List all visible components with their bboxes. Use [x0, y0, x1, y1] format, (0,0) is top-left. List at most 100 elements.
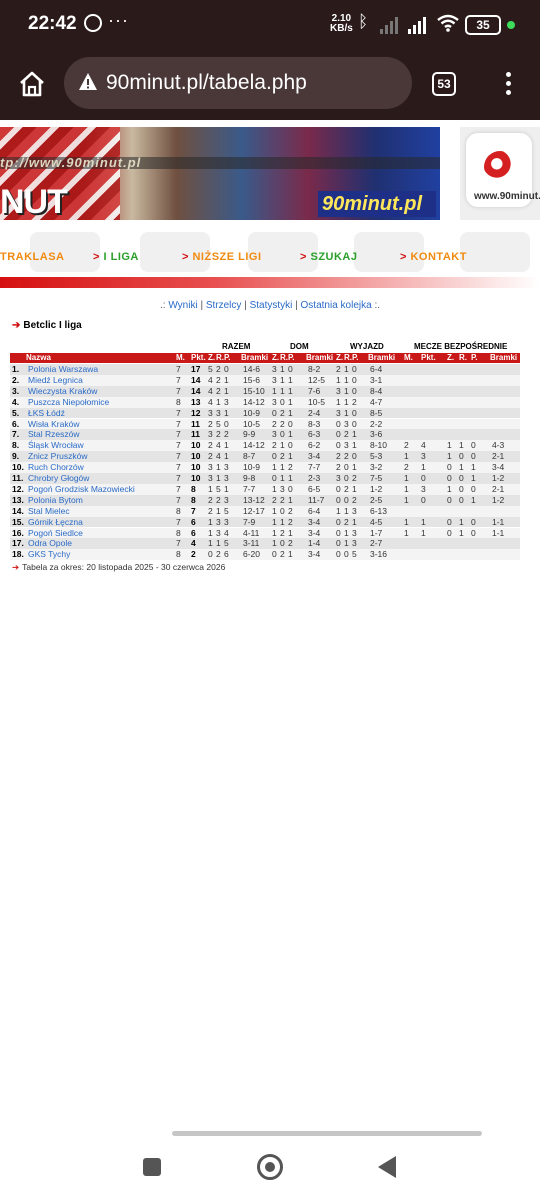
signal-icon — [408, 17, 426, 34]
cell-m: 7 — [176, 385, 181, 396]
side-logo[interactable]: www.90minut.pl — [460, 127, 540, 220]
team-link[interactable]: Polonia Warszawa — [28, 364, 98, 375]
tab-switcher-button[interactable]: 53 — [432, 72, 456, 96]
team-link[interactable]: Ruch Chorzów — [28, 462, 84, 473]
team-link[interactable]: Stal Rzeszów — [28, 429, 80, 440]
cell-m: 7 — [176, 483, 181, 494]
cell-db: 3-4 — [308, 451, 321, 462]
cell-dp: 1 — [288, 396, 293, 407]
cell-z: 2 — [208, 440, 213, 451]
menu-item-szukaj[interactable]: > SZUKAJ — [300, 251, 358, 263]
column-header-dz: Z. — [272, 353, 280, 362]
team-link[interactable]: Górnik Łęczna — [28, 517, 83, 528]
menu-item-ekstraklasa[interactable]: TRAKLASA — [0, 251, 65, 263]
cell-hpkt: 4 — [421, 440, 426, 451]
cell-dr: 1 — [280, 374, 285, 385]
link-wyniki[interactable]: Wyniki — [168, 300, 197, 311]
cell-hm: 1 — [404, 483, 409, 494]
cell-dz: 3 — [272, 396, 277, 407]
cell-db: 7-7 — [308, 462, 321, 473]
column-header-hm: M. — [404, 353, 413, 362]
team-link[interactable]: ŁKS Łódź — [28, 408, 65, 419]
cell-dz: 0 — [272, 473, 277, 483]
cell-hr: 1 — [459, 462, 464, 473]
cell-r: 5 — [216, 483, 221, 494]
table-row: 16. Pogoń Siedlce 8 6 1 3 4 4-11 1 2 1 3-4 0 1 3 1-7 1 1 0… — [10, 527, 520, 539]
browser-menu-icon[interactable] — [500, 70, 516, 100]
cell-m: 8 — [176, 396, 181, 407]
team-link[interactable]: Wisła Kraków — [28, 419, 79, 430]
column-header-hp: P. — [471, 353, 478, 362]
cell-wz: 0 — [336, 494, 341, 505]
menu-item-nizsze-ligi[interactable]: > NIŻSZE LIGI — [182, 251, 262, 263]
recents-button[interactable] — [143, 1158, 161, 1176]
cell-db: 6-5 — [308, 483, 321, 494]
cell-wz: 0 — [336, 549, 341, 560]
cell-wb: 8-5 — [370, 407, 383, 418]
home-icon[interactable] — [18, 70, 46, 98]
address-bar[interactable]: 90minut.pl/tabela.php — [64, 57, 412, 109]
team-link[interactable]: Polonia Bytom — [28, 495, 83, 506]
cell-dp: 2 — [288, 538, 293, 549]
cell-hb: 1-2 — [492, 494, 505, 505]
cell-bramki: 8-7 — [243, 451, 256, 462]
site-banner[interactable]: tp://www.90minut.pl NUT 90minut.pl — [0, 127, 440, 220]
cell-dp: 1 — [288, 385, 293, 396]
team-link[interactable]: Stal Mielec — [28, 506, 70, 517]
home-nav-button[interactable] — [257, 1154, 283, 1180]
cell-wp: 2 — [352, 494, 357, 505]
cell-hp: 0 — [471, 483, 476, 494]
back-button[interactable] — [378, 1156, 396, 1178]
cell-pkt: 2 — [191, 549, 196, 560]
red-divider — [0, 277, 540, 288]
team-link[interactable]: Chrobry Głogów — [28, 473, 89, 484]
team-link[interactable]: Wieczysta Kraków — [28, 386, 97, 397]
team-link[interactable]: GKS Tychy — [28, 549, 70, 560]
cell-hr: 1 — [459, 440, 464, 451]
cell-wp: 0 — [352, 451, 357, 462]
menu-arrow: > — [300, 251, 311, 263]
cell-pkt: 10 — [191, 462, 201, 473]
table-row: 12. Pogoń Grodzisk Mazowiecki 7 8 1 5 1 7-7 1 3 0 6… — [10, 483, 520, 495]
cell-dr: 0 — [280, 429, 285, 440]
cell-dr: 1 — [280, 473, 285, 483]
cell-dz: 0 — [272, 549, 277, 560]
group-header-wyjazd: WYJAZD — [350, 342, 384, 351]
cell-hr: 1 — [459, 527, 464, 538]
cell-wp: 1 — [352, 483, 357, 494]
cell-hp: 0 — [471, 527, 476, 538]
cell-wr: 3 — [344, 440, 349, 451]
banner-logo: NUT — [0, 183, 68, 220]
team-link[interactable]: Śląsk Wrocław — [28, 440, 84, 451]
cell-hpkt: 0 — [421, 473, 426, 483]
cell-dr: 0 — [280, 505, 285, 516]
warning-icon[interactable] — [78, 72, 98, 92]
column-header-pkt: Pkt. — [191, 353, 206, 362]
cell-hpkt: 3 — [421, 451, 426, 462]
table-header: Nazwa M. Pkt. Z. R. P. Bramki Z. R. P. Bramki Z. R. P… — [10, 353, 520, 363]
cell-m: 7 — [176, 418, 181, 429]
menu-item-i-liga[interactable]: > I LIGA — [93, 251, 139, 263]
team-link[interactable]: Pogoń Siedlce — [28, 528, 83, 539]
team-link[interactable]: Puszcza Niepołomice — [28, 397, 109, 408]
cell-z: 1 — [208, 483, 213, 494]
cell-p: 4 — [224, 527, 229, 538]
cell-wp: 0 — [352, 364, 357, 374]
link-strzelcy[interactable]: Strzelcy — [206, 300, 242, 311]
football-icon — [484, 151, 516, 183]
cell-m: 7 — [176, 429, 181, 440]
team-link[interactable]: Odra Opole — [28, 538, 72, 549]
link-ostatnia-kolejka[interactable]: Ostatnia kolejka — [301, 300, 372, 311]
team-link[interactable]: Znicz Pruszków — [28, 451, 88, 462]
team-link[interactable]: Miedź Legnica — [28, 375, 83, 386]
cell-wr: 1 — [344, 505, 349, 516]
link-statystyki[interactable]: Statystyki — [250, 300, 293, 311]
cell-dp: 1 — [288, 549, 293, 560]
menu-label: TRAKLASA — [0, 251, 65, 263]
column-header-hpkt: Pkt. — [421, 353, 436, 362]
cell-bramki: 7-7 — [243, 483, 256, 494]
menu-item-kontakt[interactable]: > KONTAKT — [400, 251, 467, 263]
cell-wr: 1 — [344, 527, 349, 538]
cell-dz: 1 — [272, 505, 277, 516]
team-link[interactable]: Pogoń Grodzisk Mazowiecki — [28, 484, 135, 495]
